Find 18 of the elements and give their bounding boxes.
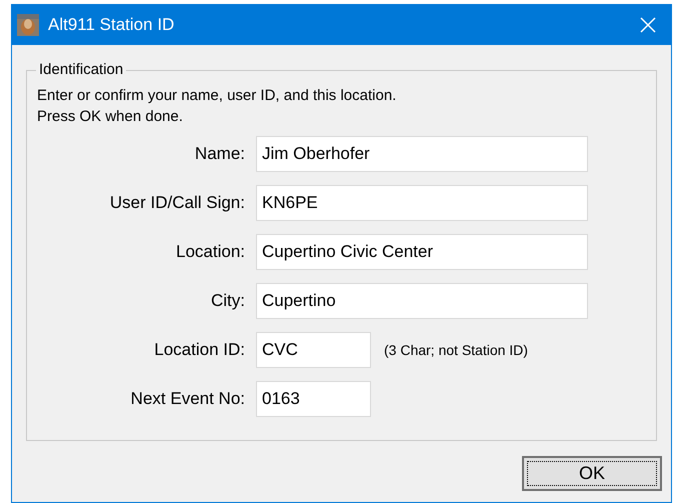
ok-button[interactable]: OK <box>522 456 662 491</box>
input-field[interactable]: Jim Oberhofer <box>256 136 588 172</box>
field-label: City: <box>210 290 245 312</box>
instruction-text: Press OK when done. <box>37 107 184 127</box>
input-field[interactable]: Cupertino Civic Center <box>256 234 588 270</box>
field-note: (3 Char; not Station ID) <box>384 340 528 360</box>
field-label: User ID/Call Sign: <box>108 192 245 214</box>
field-label: Next Event No: <box>130 388 245 410</box>
input-field[interactable]: CVC <box>256 332 371 368</box>
window-title: Alt911 Station ID <box>48 14 174 36</box>
close-icon <box>640 17 656 33</box>
input-field[interactable]: KN6PE <box>256 185 588 221</box>
field-label: Location ID: <box>153 339 245 362</box>
input-field[interactable]: 0163 <box>256 381 371 417</box>
field-label: Name: <box>194 143 245 166</box>
input-field[interactable]: Cupertino <box>256 283 588 319</box>
field-label: Location: <box>175 241 245 264</box>
instruction-text: Enter or confirm your name, user ID, and this location. <box>37 86 398 106</box>
